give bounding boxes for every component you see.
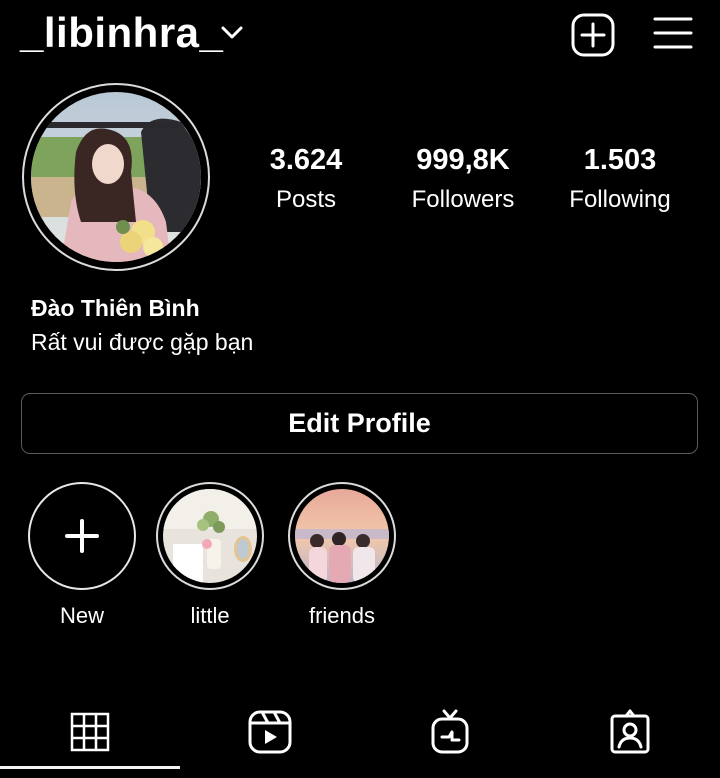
- new-post-icon[interactable]: [570, 12, 616, 58]
- tab-igtv[interactable]: [422, 704, 478, 760]
- menu-icon[interactable]: [652, 12, 694, 54]
- followers-count: 999,8K: [416, 144, 510, 176]
- highlight-thumbnail: [163, 489, 257, 583]
- highlight-new-ring: [28, 482, 136, 590]
- stat-posts[interactable]: 3.624 Posts: [231, 140, 381, 220]
- igtv-icon: [431, 709, 469, 754]
- posts-label: Posts: [275, 186, 337, 213]
- posts-count: 3.624: [269, 144, 343, 176]
- active-tab-indicator: [0, 766, 180, 769]
- username-title[interactable]: _libinhra_: [20, 8, 223, 58]
- followers-label: Followers: [411, 186, 515, 213]
- plus-icon: [65, 519, 99, 553]
- following-label: Following: [569, 186, 671, 213]
- following-count: 1.503: [583, 144, 657, 176]
- bio-text: Rất vui được gặp bạn: [31, 329, 254, 355]
- highlight-little[interactable]: little: [150, 482, 270, 630]
- highlight-label: New: [59, 603, 104, 628]
- display-name: Đào Thiên Bình: [31, 295, 200, 321]
- stat-following[interactable]: 1.503 Following: [545, 140, 695, 220]
- tab-tagged[interactable]: [602, 704, 658, 760]
- tab-reels[interactable]: [242, 704, 298, 760]
- highlight-label: friends: [308, 603, 376, 628]
- edit-profile-button[interactable]: Edit Profile: [21, 393, 698, 454]
- tagged-icon: [610, 709, 650, 754]
- highlight-ring: [156, 482, 264, 590]
- highlight-friends[interactable]: friends: [282, 482, 402, 630]
- highlight-thumbnail: [295, 489, 389, 583]
- chevron-down-icon[interactable]: [218, 18, 246, 46]
- avatar-image: [31, 92, 201, 262]
- stat-followers[interactable]: 999,8K Followers: [388, 140, 538, 220]
- tab-posts-grid[interactable]: [62, 704, 118, 760]
- highlight-new[interactable]: New: [22, 482, 142, 630]
- reels-icon: [248, 710, 292, 754]
- highlight-ring: [288, 482, 396, 590]
- avatar[interactable]: [31, 92, 201, 262]
- highlight-label: little: [190, 603, 230, 628]
- grid-icon: [70, 712, 110, 752]
